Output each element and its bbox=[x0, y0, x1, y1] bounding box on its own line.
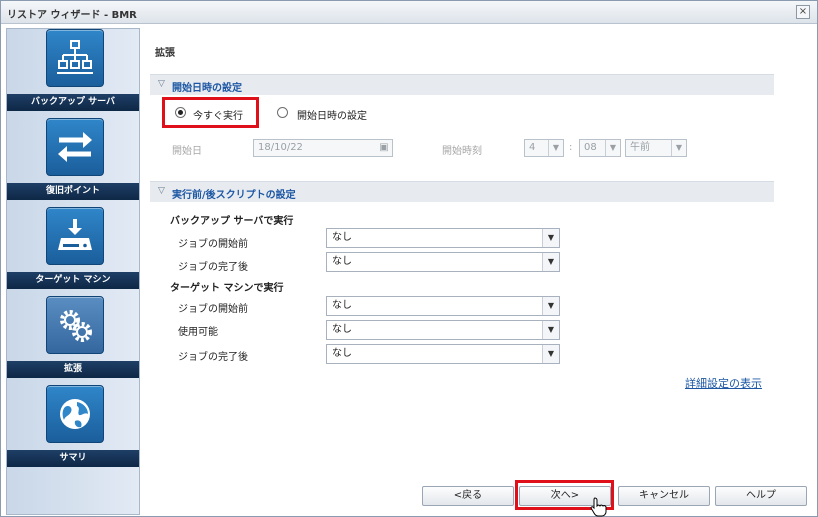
network-icon bbox=[46, 29, 104, 87]
select-value: なし bbox=[332, 348, 352, 359]
start-date-field[interactable]: 18/10/22 ▣ bbox=[253, 139, 393, 157]
ampm-select[interactable]: 午前 ▼ bbox=[625, 139, 687, 157]
section-title: 実行前/後スクリプトの設定 bbox=[172, 190, 296, 201]
minute-select[interactable]: 08 ▼ bbox=[579, 139, 621, 157]
set-datetime-label[interactable]: 開始日時の設定 bbox=[297, 107, 367, 122]
tm-available-label: 使用可能 bbox=[178, 327, 218, 338]
minute-value: 08 bbox=[584, 142, 597, 153]
select-value: なし bbox=[332, 324, 352, 335]
hand-cursor-icon bbox=[590, 497, 607, 517]
sidebar-item-label: 復旧ポイント bbox=[7, 183, 139, 200]
select-value: なし bbox=[332, 300, 352, 311]
script-section-header[interactable]: ▽ 実行前/後スクリプトの設定 bbox=[150, 181, 774, 202]
collapse-triangle-icon: ▽ bbox=[158, 186, 165, 196]
sidebar-item-label: サマリ bbox=[7, 450, 139, 467]
help-button[interactable]: ヘルプ bbox=[715, 486, 807, 506]
select-value: なし bbox=[332, 232, 352, 243]
hour-value: 4 bbox=[529, 142, 536, 153]
page-title: 拡張 bbox=[155, 48, 175, 59]
tm-available-select[interactable]: なし ▼ bbox=[326, 320, 560, 340]
gear-icon bbox=[46, 296, 104, 354]
cancel-button[interactable]: キャンセル bbox=[618, 486, 710, 506]
select-value: なし bbox=[332, 256, 352, 267]
bs-before-select[interactable]: なし ▼ bbox=[326, 228, 560, 248]
run-now-radio[interactable] bbox=[175, 107, 186, 118]
bs-before-label: ジョブの開始前 bbox=[178, 239, 248, 250]
sidebar-item-target-machine[interactable]: ターゲット マシン bbox=[7, 207, 139, 290]
window-title: リストア ウィザード - BMR bbox=[7, 10, 137, 21]
sidebar-item-advanced[interactable]: 拡張 bbox=[7, 296, 139, 379]
chevron-down-icon: ▼ bbox=[542, 253, 559, 271]
start-time-label: 開始時刻 bbox=[442, 146, 482, 157]
calendar-icon[interactable]: ▣ bbox=[377, 141, 391, 155]
start-date-value: 18/10/22 bbox=[258, 142, 303, 153]
bs-after-select[interactable]: なし ▼ bbox=[326, 252, 560, 272]
time-separator: : bbox=[569, 142, 573, 153]
run-now-label[interactable]: 今すぐ実行 bbox=[193, 107, 243, 122]
start-datetime-section-header[interactable]: ▽ 開始日時の設定 bbox=[150, 74, 774, 95]
set-datetime-radio[interactable] bbox=[277, 107, 288, 118]
show-advanced-settings-link[interactable]: 詳細設定の表示 bbox=[685, 375, 762, 391]
bs-after-label: ジョブの完了後 bbox=[178, 262, 248, 273]
chevron-down-icon: ▼ bbox=[542, 297, 559, 315]
sidebar-item-recovery-point[interactable]: 復旧ポイント bbox=[7, 118, 139, 201]
tm-before-select[interactable]: なし ▼ bbox=[326, 296, 560, 316]
wizard-sidebar: バックアップ サーバ 復旧ポイント ターゲット マシン 拡張 サマリ bbox=[6, 28, 140, 515]
arrows-icon bbox=[46, 118, 104, 176]
chevron-down-icon: ▼ bbox=[542, 321, 559, 339]
globe-icon bbox=[46, 385, 104, 443]
tm-before-label: ジョブの開始前 bbox=[178, 304, 248, 315]
chevron-down-icon: ▼ bbox=[605, 140, 620, 156]
chevron-down-icon: ▼ bbox=[548, 140, 563, 156]
close-icon[interactable]: × bbox=[796, 5, 810, 19]
section-title: 開始日時の設定 bbox=[172, 83, 242, 94]
ampm-value: 午前 bbox=[630, 142, 650, 153]
title-bar[interactable]: リストア ウィザード - BMR × bbox=[1, 1, 817, 24]
start-date-label: 開始日 bbox=[172, 146, 202, 157]
drive-icon bbox=[46, 207, 104, 265]
chevron-down-icon: ▼ bbox=[542, 345, 559, 363]
tm-after-label: ジョブの完了後 bbox=[178, 352, 248, 363]
sidebar-item-label: 拡張 bbox=[7, 361, 139, 378]
sidebar-item-label: ターゲット マシン bbox=[7, 272, 139, 289]
restore-wizard-window: リストア ウィザード - BMR × バックアップ サーバ 復旧ポイント ターゲ… bbox=[0, 0, 818, 517]
backup-server-heading: バックアップ サーバで実行 bbox=[170, 216, 294, 227]
back-button[interactable]: <戻る bbox=[422, 486, 514, 506]
sidebar-item-label: バックアップ サーバ bbox=[7, 94, 139, 111]
chevron-down-icon: ▼ bbox=[542, 229, 559, 247]
hour-select[interactable]: 4 ▼ bbox=[524, 139, 564, 157]
target-machine-heading: ターゲット マシンで実行 bbox=[170, 283, 284, 294]
sidebar-item-backup-server[interactable]: バックアップ サーバ bbox=[7, 29, 139, 112]
chevron-down-icon: ▼ bbox=[671, 140, 686, 156]
collapse-triangle-icon: ▽ bbox=[158, 79, 165, 89]
tm-after-select[interactable]: なし ▼ bbox=[326, 344, 560, 364]
sidebar-item-summary[interactable]: サマリ bbox=[7, 385, 139, 468]
